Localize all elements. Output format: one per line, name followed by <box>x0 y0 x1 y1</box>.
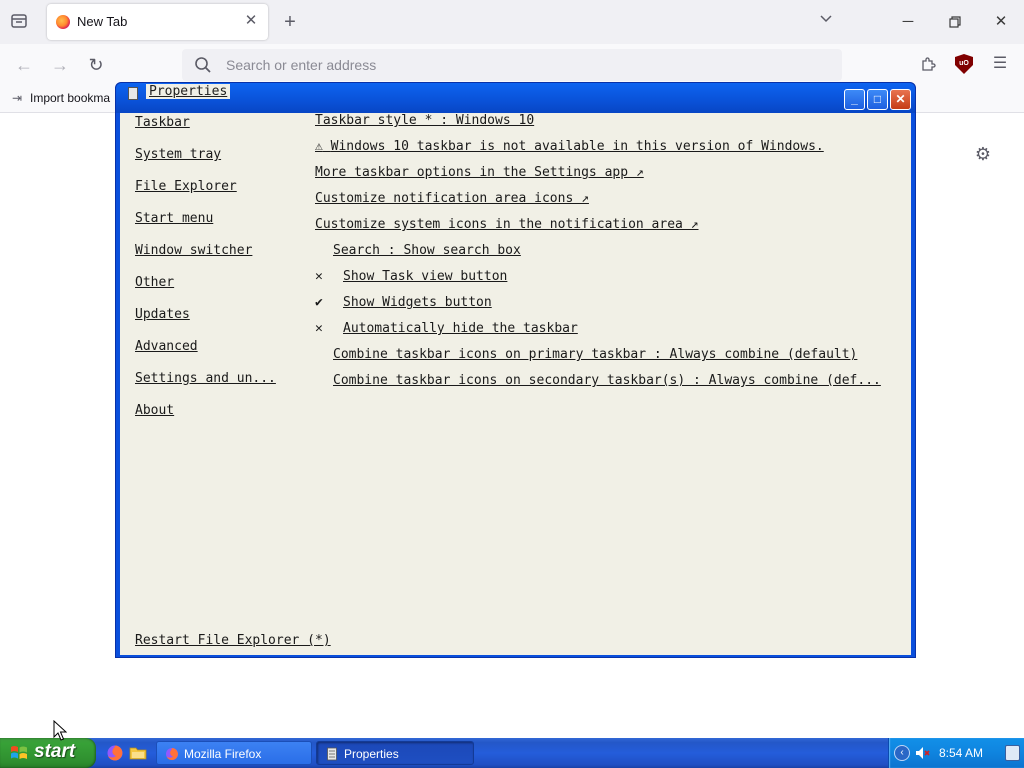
tab-title: New Tab <box>77 14 128 29</box>
windows-taskbar: start Mozilla Firefox Properties ‹ 8:54 … <box>0 738 1024 768</box>
start-button[interactable]: start <box>0 738 96 768</box>
show-hidden-icons-chevron-icon[interactable]: ‹ <box>894 745 910 761</box>
nav-item-about[interactable]: About <box>135 403 174 418</box>
import-icon: ⇥ <box>12 91 23 105</box>
clock[interactable]: 8:54 AM <box>939 746 983 760</box>
system-tray: ‹ 8:54 AM <box>888 738 1024 768</box>
hamburger-menu-icon[interactable]: ☰ <box>989 53 1011 75</box>
firefox-quicklaunch-icon[interactable] <box>106 744 124 762</box>
checkmark-icon: ✔ <box>315 295 323 310</box>
address-bar[interactable] <box>182 49 842 81</box>
taskbar-button-label: Properties <box>344 747 399 761</box>
new-tab-plus-icon[interactable]: + <box>280 11 300 33</box>
properties-titlebar[interactable]: Properties _ □ ✕ <box>116 83 915 113</box>
nav-item-start-menu[interactable]: Start menu <box>135 211 213 226</box>
folder-quicklaunch-icon[interactable] <box>129 744 147 762</box>
back-arrow-icon[interactable]: ← <box>11 52 37 78</box>
nav-item-taskbar[interactable]: Taskbar <box>135 115 190 130</box>
nav-item-other[interactable]: Other <box>135 275 174 290</box>
warning-text: Windows 10 taskbar is not available in t… <box>330 139 824 154</box>
search-icon <box>195 57 211 73</box>
import-bookmarks-button[interactable]: ⇥ Import bookma <box>12 91 110 105</box>
nav-item-system-tray[interactable]: System tray <box>135 147 221 162</box>
taskbar-style-option[interactable]: Taskbar style * : Windows 10 <box>315 113 534 128</box>
extensions-puzzle-icon[interactable] <box>917 53 939 75</box>
close-tab-icon[interactable]: ✕ <box>242 12 260 30</box>
auto-hide-taskbar-option[interactable]: ✕ Automatically hide the taskbar <box>315 321 578 336</box>
search-box-option[interactable]: Search : Show search box <box>333 243 521 258</box>
restart-file-explorer-link[interactable]: Restart File Explorer (*) <box>135 633 331 648</box>
forward-arrow-icon[interactable]: → <box>47 52 73 78</box>
widgets-label: Show Widgets button <box>343 295 492 310</box>
browser-nav-bar: ← → ↻ uO ☰ <box>0 44 1024 86</box>
notification-area-icons-link[interactable]: Customize notification area icons ↗ <box>315 191 589 206</box>
minimize-icon[interactable]: ─ <box>896 10 920 34</box>
chevron-down-icon[interactable] <box>816 12 836 32</box>
windows10-unavailable-warning[interactable]: ⚠ Windows 10 taskbar is not available in… <box>315 139 824 154</box>
taskbar-button-label: Mozilla Firefox <box>184 747 262 761</box>
properties-content: Taskbar System tray File Explorer Start … <box>120 113 911 655</box>
notification-icon[interactable] <box>1005 745 1020 761</box>
system-icons-link[interactable]: Customize system icons in the notificati… <box>315 217 699 232</box>
firefox-icon <box>166 748 178 760</box>
warning-icon: ⚠ <box>315 139 323 154</box>
cross-icon: ✕ <box>315 269 323 284</box>
combine-secondary-option[interactable]: Combine taskbar icons on secondary taskb… <box>333 373 881 388</box>
task-view-label: Show Task view button <box>343 269 508 284</box>
reload-icon[interactable]: ↻ <box>83 52 109 78</box>
volume-muted-icon[interactable] <box>914 745 930 761</box>
taskbar-button-firefox[interactable]: Mozilla Firefox <box>156 741 312 765</box>
nav-item-window-switcher[interactable]: Window switcher <box>135 243 252 258</box>
nav-item-file-explorer[interactable]: File Explorer <box>135 179 237 194</box>
close-window-icon[interactable]: ✕ <box>989 10 1013 34</box>
taskbar-button-properties[interactable]: Properties <box>316 741 474 765</box>
firefox-favicon-icon <box>56 15 70 29</box>
nav-item-advanced[interactable]: Advanced <box>135 339 198 354</box>
properties-app-icon <box>128 87 138 100</box>
widgets-button-option[interactable]: ✔ Show Widgets button <box>315 295 492 310</box>
properties-window: Properties _ □ ✕ Taskbar System tray Fil… <box>115 82 916 658</box>
restore-icon[interactable] <box>943 10 967 34</box>
windows-logo-icon <box>11 746 27 759</box>
close-button[interactable]: ✕ <box>890 89 911 110</box>
tab-new-tab[interactable]: New Tab ✕ <box>47 4 268 40</box>
minimize-button[interactable]: _ <box>844 89 865 110</box>
nav-item-updates[interactable]: Updates <box>135 307 190 322</box>
more-taskbar-options-link[interactable]: More taskbar options in the Settings app… <box>315 165 644 180</box>
maximize-button[interactable]: □ <box>867 89 888 110</box>
cross-icon: ✕ <box>315 321 323 336</box>
start-label: start <box>34 741 76 762</box>
task-view-button-option[interactable]: ✕ Show Task view button <box>315 269 507 284</box>
properties-icon <box>327 747 337 761</box>
browser-tab-strip: New Tab ✕ + ─ ✕ <box>0 0 1024 44</box>
gear-icon[interactable]: ⚙ <box>972 143 994 165</box>
nav-item-settings-and-uninstall[interactable]: Settings and un... <box>135 371 276 386</box>
window-title: Properties <box>146 84 231 99</box>
import-bookmarks-label: Import bookma <box>30 91 111 105</box>
combine-primary-option[interactable]: Combine taskbar icons on primary taskbar… <box>333 347 857 362</box>
firefox-view-icon[interactable] <box>8 12 30 34</box>
auto-hide-label: Automatically hide the taskbar <box>343 321 578 336</box>
ublock-origin-icon[interactable]: uO <box>955 54 973 74</box>
mouse-pointer-icon <box>53 720 67 741</box>
address-input[interactable] <box>226 55 826 75</box>
